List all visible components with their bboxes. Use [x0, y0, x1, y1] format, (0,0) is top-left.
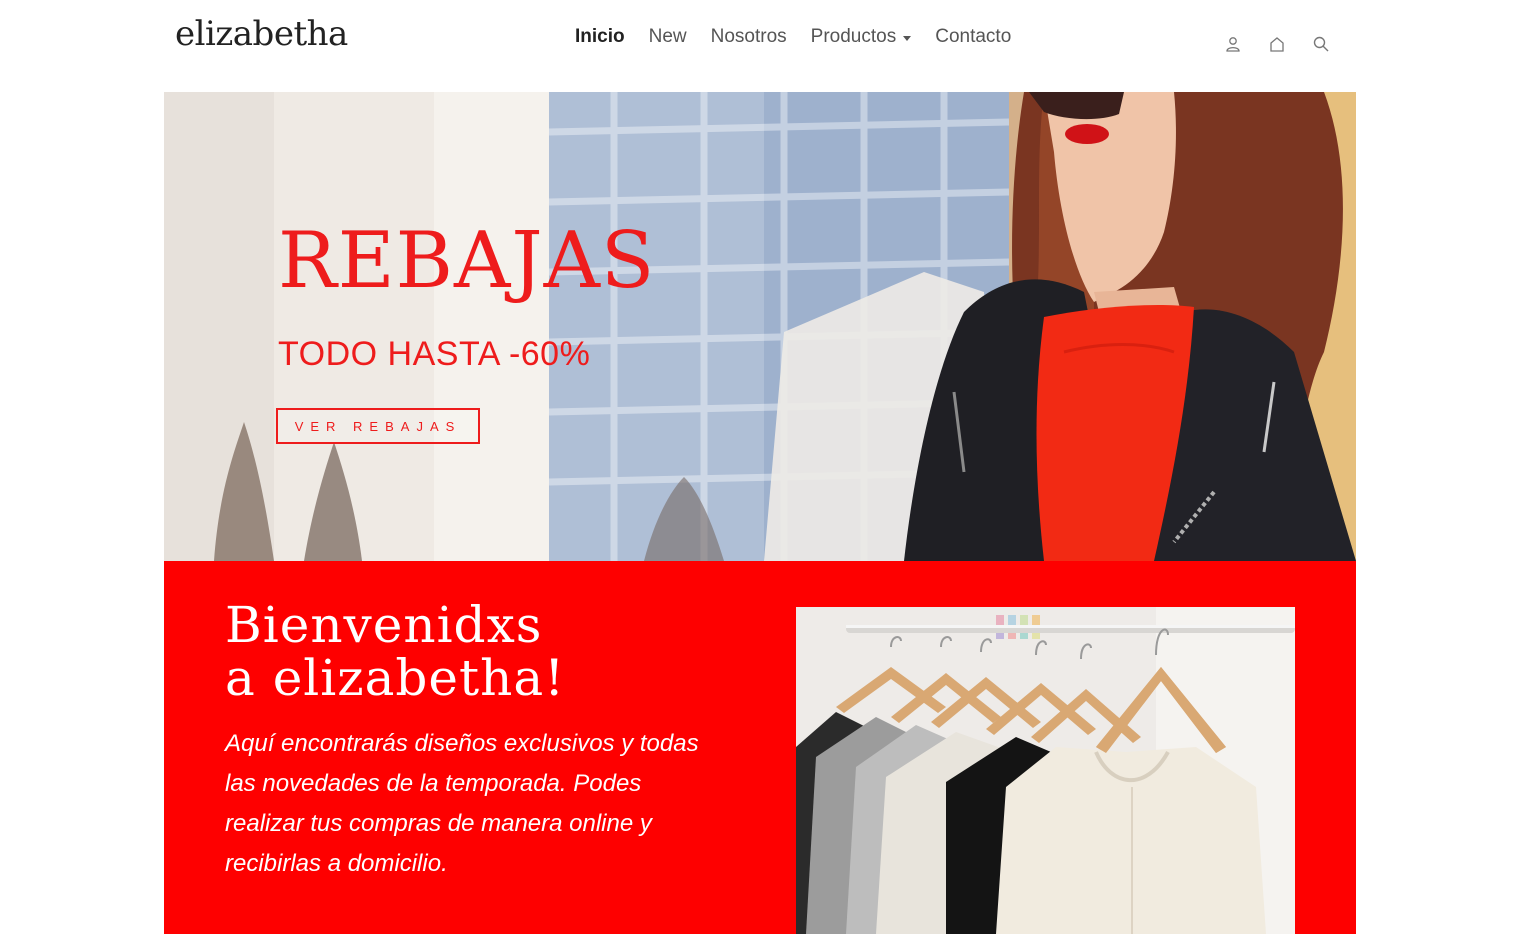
caret-down-icon [903, 35, 912, 41]
site-header: elizabetha Inicio New Nosotros Productos… [164, 0, 1356, 92]
welcome-title-line1: Bienvenidxs [225, 596, 543, 654]
search-icon[interactable] [1312, 34, 1330, 54]
home-icon[interactable] [1268, 34, 1286, 54]
welcome-description: Aquí encontrarás diseños exclusivos y to… [225, 730, 699, 877]
page: elizabetha Inicio New Nosotros Productos… [0, 0, 1520, 934]
nav-item-productos[interactable]: Productos [811, 26, 912, 48]
nav-item-label: Contacto [935, 26, 1012, 47]
user-icon[interactable] [1224, 34, 1242, 54]
brand-logo[interactable]: elizabetha [175, 14, 348, 54]
welcome-title: Bienvenidxs a elizabetha! [225, 599, 565, 705]
hero-subtitle: TODO HASTA -60% [278, 335, 591, 373]
nav-item-label: Nosotros [710, 26, 787, 47]
nav-item-nosotros[interactable]: Nosotros [711, 26, 787, 48]
ver-rebajas-button[interactable]: VER REBAJAS [276, 408, 480, 444]
nav-item-label: Productos [810, 26, 897, 47]
header-icons [1224, 34, 1330, 54]
nav-item-inicio[interactable]: Inicio [575, 26, 625, 48]
welcome-section: Bienvenidxs a elizabetha! Aquí encontrar… [164, 561, 1356, 934]
nav-item-label: Inicio [575, 26, 625, 47]
nav-item-new[interactable]: New [649, 26, 687, 48]
woman-leather-jacket-photo [164, 92, 1356, 561]
main-nav: Inicio New Nosotros Productos Contacto [575, 26, 1011, 48]
nav-item-label: New [648, 26, 687, 47]
hero-banner: REBAJAS TODO HASTA -60% VER REBAJAS [164, 92, 1356, 561]
nav-item-contacto[interactable]: Contacto [935, 26, 1011, 48]
welcome-title-line2: a elizabetha! [225, 649, 566, 707]
clothes-rack-photo [796, 607, 1295, 934]
hero-title: REBAJAS [278, 216, 656, 306]
